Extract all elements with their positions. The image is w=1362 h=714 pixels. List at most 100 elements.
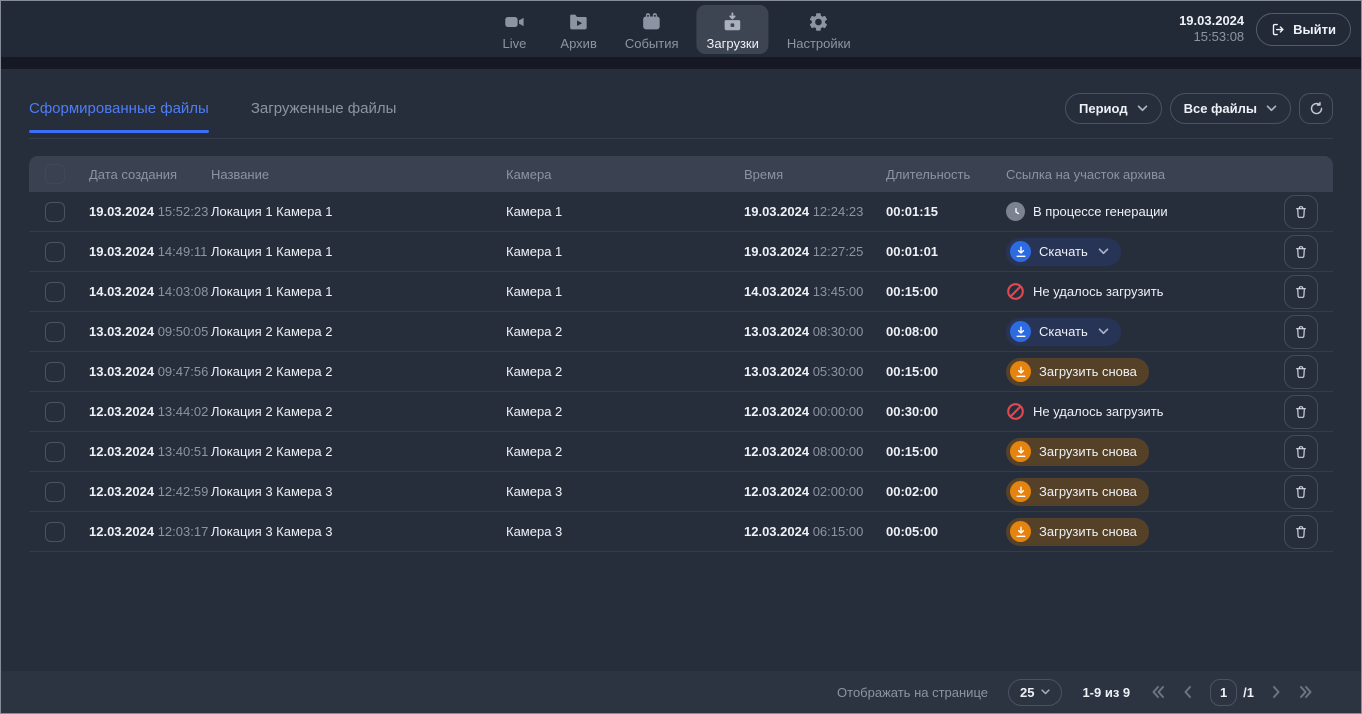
prev-page-button[interactable]	[1180, 684, 1196, 700]
total-pages: /1	[1243, 685, 1254, 700]
status-label: Не удалось загрузить	[1033, 404, 1163, 419]
row-checkbox[interactable]	[45, 402, 65, 422]
retry-download-button[interactable]: Загрузить снова	[1006, 358, 1149, 386]
file-name: Локация 1 Камера 1	[211, 204, 506, 219]
chevron-down-icon	[1098, 328, 1109, 335]
camera-name: Камера 2	[506, 364, 744, 379]
camera-name: Камера 3	[506, 484, 744, 499]
period-filter-button[interactable]: Период	[1065, 93, 1162, 124]
tab-generated-files[interactable]: Сформированные файлы	[29, 100, 209, 132]
row-checkbox[interactable]	[45, 482, 65, 502]
nav-item-label: Настройки	[787, 37, 851, 50]
nav-item-settings[interactable]: Настройки	[777, 5, 861, 54]
file-name: Локация 1 Камера 1	[211, 244, 506, 259]
table-row: 13.03.2024 09:47:56 Локация 2 Камера 2 К…	[29, 352, 1333, 392]
row-checkbox[interactable]	[45, 362, 65, 382]
file-name: Локация 2 Камера 2	[211, 404, 506, 419]
table-row: 12.03.2024 12:03:17 Локация 3 Камера 3 К…	[29, 512, 1333, 552]
duration: 00:05:00	[886, 524, 1006, 539]
archive-time: 13:45:00	[813, 284, 864, 299]
camera-name: Камера 2	[506, 444, 744, 459]
archive-time: 08:00:00	[813, 444, 864, 459]
status-failed: Не удалось загрузить	[1006, 402, 1269, 421]
chevron-right-icon	[1268, 684, 1284, 700]
delete-button[interactable]	[1284, 355, 1318, 389]
created-time: 12:03:17	[158, 524, 209, 539]
col-name: Название	[211, 167, 506, 182]
first-page-button[interactable]	[1150, 684, 1166, 700]
status-label: Скачать	[1039, 324, 1088, 339]
per-page-select[interactable]: 25	[1008, 679, 1062, 706]
created-date: 13.03.2024	[89, 364, 154, 379]
retry-download-button[interactable]: Загрузить снова	[1006, 438, 1149, 466]
status-label: Загрузить снова	[1039, 444, 1137, 459]
row-checkbox[interactable]	[45, 202, 65, 222]
col-camera: Камера	[506, 167, 744, 182]
delete-button[interactable]	[1284, 235, 1318, 269]
table-row: 13.03.2024 09:50:05 Локация 2 Камера 2 К…	[29, 312, 1333, 352]
duration: 00:15:00	[886, 444, 1006, 459]
delete-button[interactable]	[1284, 475, 1318, 509]
nav-item-downloads[interactable]: Загрузки	[697, 5, 769, 54]
download-button[interactable]: Скачать	[1006, 318, 1121, 346]
tab-uploaded-files[interactable]: Загруженные файлы	[251, 100, 397, 132]
delete-button[interactable]	[1284, 275, 1318, 309]
row-checkbox[interactable]	[45, 242, 65, 262]
pagination-bar: Отображать на странице 25 1-9 из 9 1 /1	[1, 671, 1361, 713]
logout-button[interactable]: Выйти	[1256, 13, 1351, 46]
file-name: Локация 3 Камера 3	[211, 484, 506, 499]
created-date: 12.03.2024	[89, 404, 154, 419]
row-checkbox[interactable]	[45, 282, 65, 302]
next-page-button[interactable]	[1268, 684, 1284, 700]
download-icon	[1010, 321, 1031, 342]
retry-download-button[interactable]: Загрузить снова	[1006, 518, 1149, 546]
row-checkbox[interactable]	[45, 442, 65, 462]
created-date: 12.03.2024	[89, 524, 154, 539]
delete-button[interactable]	[1284, 435, 1318, 469]
download-icon	[1010, 481, 1031, 502]
refresh-button[interactable]	[1299, 93, 1333, 124]
refresh-icon	[1309, 101, 1324, 116]
per-page-value: 25	[1020, 685, 1034, 700]
tab-label: Загруженные файлы	[251, 100, 397, 117]
retry-download-button[interactable]: Загрузить снова	[1006, 478, 1149, 506]
table-row: 14.03.2024 14:03:08 Локация 1 Камера 1 К…	[29, 272, 1333, 312]
nav-item-live[interactable]: Live	[486, 5, 542, 54]
file-name: Локация 2 Камера 2	[211, 364, 506, 379]
archive-date: 19.03.2024	[744, 244, 809, 259]
active-tab-underline	[29, 130, 209, 133]
duration: 00:15:00	[886, 364, 1006, 379]
row-checkbox[interactable]	[45, 322, 65, 342]
status-generating: В процессе генерации	[1006, 202, 1269, 221]
created-date: 19.03.2024	[89, 244, 154, 259]
delete-button[interactable]	[1284, 395, 1318, 429]
delete-button[interactable]	[1284, 315, 1318, 349]
downloads-icon	[721, 10, 745, 34]
duration: 00:30:00	[886, 404, 1006, 419]
last-page-button[interactable]	[1298, 684, 1314, 700]
events-icon	[640, 10, 664, 34]
status-failed: Не удалось загрузить	[1006, 282, 1269, 301]
current-page-input[interactable]: 1	[1210, 679, 1237, 706]
topbar-right: 19.03.2024 15:53:08 Выйти	[1179, 1, 1351, 57]
files-filter-button[interactable]: Все файлы	[1170, 93, 1291, 124]
file-name: Локация 2 Камера 2	[211, 324, 506, 339]
download-button[interactable]: Скачать	[1006, 238, 1121, 266]
nav-item-events[interactable]: События	[615, 5, 689, 54]
duration: 00:08:00	[886, 324, 1006, 339]
delete-button[interactable]	[1284, 195, 1318, 229]
created-time: 14:49:11	[158, 244, 208, 259]
archive-time: 05:30:00	[813, 364, 864, 379]
created-time: 13:44:02	[158, 404, 209, 419]
select-all-checkbox[interactable]	[45, 164, 65, 184]
settings-gear-icon	[807, 10, 831, 34]
nav-item-archive[interactable]: Архив	[550, 5, 606, 54]
created-time: 14:03:08	[158, 284, 209, 299]
created-date: 12.03.2024	[89, 484, 154, 499]
top-bar: Live Архив События Загрузки	[1, 1, 1361, 57]
row-checkbox[interactable]	[45, 522, 65, 542]
file-name: Локация 1 Камера 1	[211, 284, 506, 299]
trash-icon	[1293, 484, 1309, 500]
trash-icon	[1293, 364, 1309, 380]
delete-button[interactable]	[1284, 515, 1318, 549]
